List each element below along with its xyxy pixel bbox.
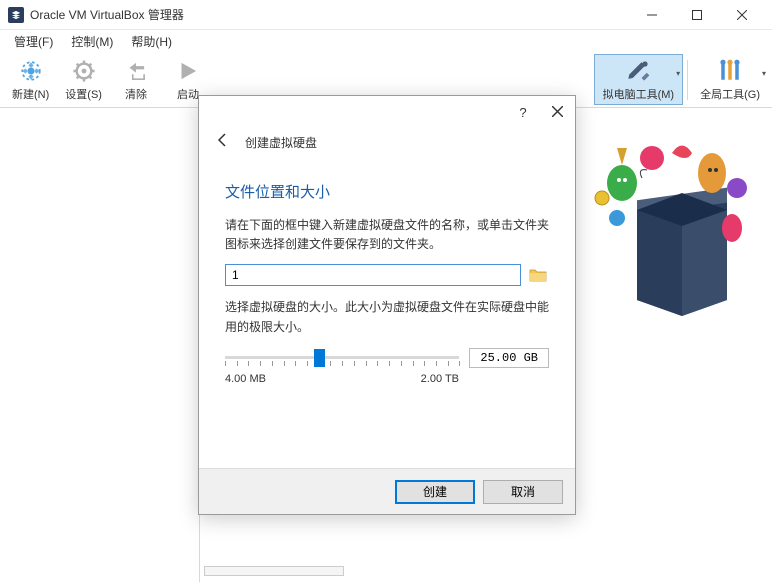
slider-labels: 4.00 MB 2.00 TB (225, 373, 549, 385)
bottom-strip (204, 566, 344, 576)
menu-file[interactable]: 管理(F) (6, 31, 61, 52)
window-controls (629, 0, 764, 30)
chevron-down-icon: ▾ (676, 69, 680, 78)
back-arrow-icon[interactable] (215, 132, 231, 153)
filename-input-row (225, 264, 549, 286)
size-description: 选择虚拟硬盘的大小。此大小为虚拟硬盘文件在实际硬盘中能用的极限大小。 (225, 298, 549, 336)
gear-icon (70, 57, 98, 85)
machine-tools-label: 拟电脑工具(M) (603, 86, 675, 102)
settings-button[interactable]: 设置(S) (57, 55, 110, 104)
browse-folder-button[interactable] (527, 265, 549, 285)
size-slider-row: 25.00 GB (225, 347, 549, 369)
dialog-body: 文件位置和大小 请在下面的框中键入新建虚拟硬盘文件的名称，或单击文件夹图标来选择… (199, 163, 575, 468)
global-tools-label: 全局工具(G) (700, 86, 760, 102)
menu-control[interactable]: 控制(M) (63, 31, 121, 52)
global-tools-button[interactable]: 全局工具(G) ▾ (692, 55, 768, 104)
location-description: 请在下面的框中键入新建虚拟硬盘文件的名称，或单击文件夹图标来选择创建文件要保存到… (225, 216, 549, 254)
app-icon (8, 7, 24, 23)
window-title: Oracle VM VirtualBox 管理器 (30, 6, 629, 23)
new-label: 新建(N) (12, 86, 49, 102)
titlebar: Oracle VM VirtualBox 管理器 (0, 0, 772, 30)
start-label: 启动 (177, 86, 199, 102)
slider-max-label: 2.00 TB (421, 373, 459, 385)
discard-icon (122, 57, 150, 85)
discard-button[interactable]: 清除 (110, 55, 162, 104)
size-slider[interactable] (225, 356, 459, 359)
virtualbox-mascot (582, 128, 762, 328)
dialog-titlebar: ? (199, 96, 575, 128)
section-title: 文件位置和大小 (225, 181, 549, 202)
start-icon (174, 57, 202, 85)
size-value-display[interactable]: 25.00 GB (469, 348, 549, 368)
dialog-header: 创建虚拟硬盘 (199, 128, 575, 163)
new-icon (17, 57, 45, 85)
menubar: 管理(F) 控制(M) 帮助(H) (0, 30, 772, 52)
chevron-down-icon: ▾ (762, 69, 766, 78)
filename-input[interactable] (225, 264, 521, 286)
dialog-close-button[interactable] (549, 105, 565, 120)
menu-help[interactable]: 帮助(H) (123, 31, 180, 52)
dialog-footer: 创建 取消 (199, 468, 575, 514)
discard-label: 清除 (125, 86, 147, 102)
cancel-button[interactable]: 取消 (483, 480, 563, 504)
global-tools-icon (716, 57, 744, 85)
create-button[interactable]: 创建 (395, 480, 475, 504)
close-button[interactable] (719, 0, 764, 30)
machine-tools-button[interactable]: 拟电脑工具(M) ▾ (594, 54, 684, 105)
dialog-title: 创建虚拟硬盘 (245, 134, 317, 151)
toolbar-separator (687, 60, 688, 100)
new-button[interactable]: 新建(N) (4, 55, 57, 104)
settings-label: 设置(S) (65, 86, 102, 102)
slider-min-label: 4.00 MB (225, 373, 266, 385)
vm-list-sidebar[interactable] (0, 108, 200, 582)
create-disk-dialog: ? 创建虚拟硬盘 文件位置和大小 请在下面的框中键入新建虚拟硬盘文件的名称，或单… (198, 95, 576, 515)
minimize-button[interactable] (629, 0, 674, 30)
help-button[interactable]: ? (515, 105, 531, 120)
slider-thumb[interactable] (314, 349, 325, 367)
machine-tools-icon (624, 57, 652, 85)
folder-icon (529, 267, 547, 283)
maximize-button[interactable] (674, 0, 719, 30)
